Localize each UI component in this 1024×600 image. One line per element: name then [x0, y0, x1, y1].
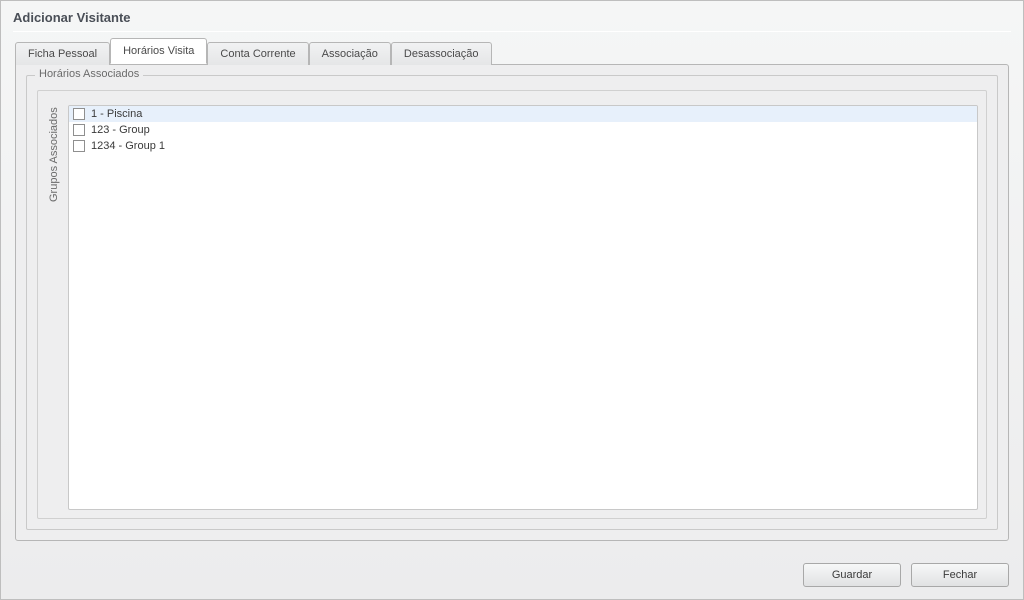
tab-horarios-visita[interactable]: Horários Visita [110, 38, 207, 64]
close-button[interactable]: Fechar [911, 563, 1009, 587]
tab-conta-corrente[interactable]: Conta Corrente [207, 42, 308, 65]
tab-label: Conta Corrente [220, 48, 295, 60]
checkbox-icon[interactable] [73, 140, 85, 152]
list-item[interactable]: 123 - Group [69, 122, 977, 138]
grupos-associados-label: Grupos Associados [46, 105, 62, 510]
list-item-label: 1 - Piscina [91, 108, 142, 120]
list-item-label: 1234 - Group 1 [91, 140, 165, 152]
content-area: Ficha Pessoal Horários Visita Conta Corr… [1, 32, 1023, 553]
tab-strip: Ficha Pessoal Horários Visita Conta Corr… [15, 38, 1009, 64]
checkbox-icon[interactable] [73, 108, 85, 120]
list-item[interactable]: 1 - Piscina [69, 106, 977, 122]
button-label: Guardar [832, 569, 872, 581]
tab-label: Horários Visita [123, 45, 194, 57]
tab-label: Ficha Pessoal [28, 48, 97, 60]
tab-panel: Horários Associados Grupos Associados 1 … [15, 64, 1009, 541]
checkbox-icon[interactable] [73, 124, 85, 136]
tab-desassociacao[interactable]: Desassociação [391, 42, 492, 65]
tab-ficha-pessoal[interactable]: Ficha Pessoal [15, 42, 110, 65]
list-item[interactable]: 1234 - Group 1 [69, 138, 977, 154]
tab-associacao[interactable]: Associação [309, 42, 391, 65]
fieldset-horarios-associados: Horários Associados Grupos Associados 1 … [26, 75, 998, 530]
tab-label: Desassociação [404, 48, 479, 60]
window-title: Adicionar Visitante [13, 10, 1011, 25]
fieldset-legend: Horários Associados [35, 68, 143, 80]
grupos-associados-panel: Grupos Associados 1 - Piscina 123 - Grou… [37, 90, 987, 519]
title-bar: Adicionar Visitante [1, 1, 1023, 32]
dialog-window: Adicionar Visitante Ficha Pessoal Horári… [0, 0, 1024, 600]
button-label: Fechar [943, 569, 977, 581]
horarios-listbox[interactable]: 1 - Piscina 123 - Group 1234 - Group 1 [68, 105, 978, 510]
tab-label: Associação [322, 48, 378, 60]
dialog-button-bar: Guardar Fechar [1, 553, 1023, 599]
list-item-label: 123 - Group [91, 124, 150, 136]
save-button[interactable]: Guardar [803, 563, 901, 587]
